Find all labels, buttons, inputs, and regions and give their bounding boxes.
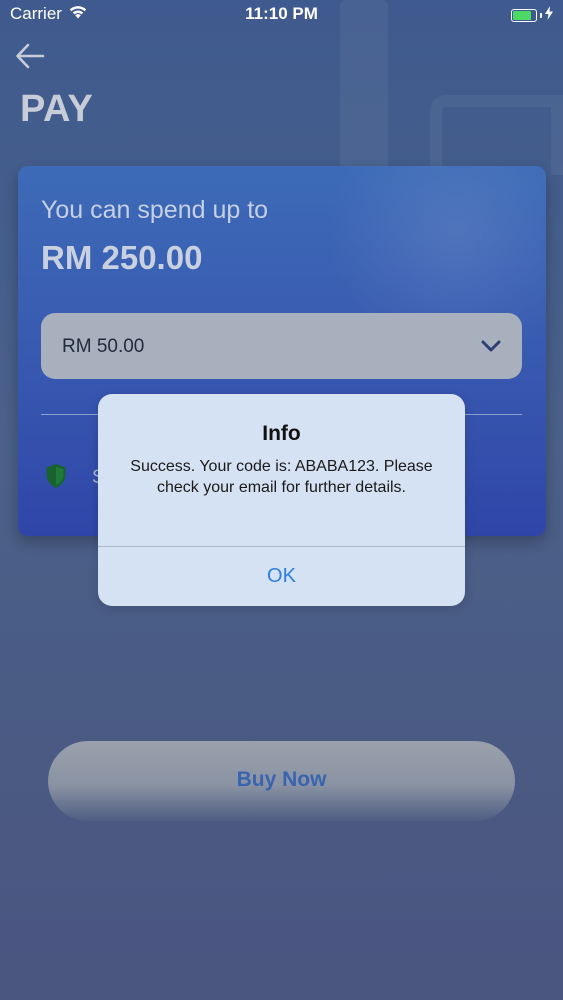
arrow-left-icon	[15, 43, 45, 74]
chevron-down-icon[interactable]	[480, 335, 502, 362]
battery-tip	[540, 12, 542, 18]
amount-dropdown[interactable]: RM 50.00	[41, 313, 522, 379]
charging-icon	[545, 5, 553, 25]
spend-limit-label: You can spend up to	[41, 196, 269, 224]
shield-icon	[45, 463, 67, 494]
alert-message: Success. Your code is: ABABA123. Please …	[130, 458, 433, 496]
alert-ok-button[interactable]: OK	[98, 547, 465, 606]
battery-indicator	[511, 5, 553, 25]
clock: 11:10 PM	[245, 4, 318, 23]
page-title: PAY	[20, 88, 94, 130]
info-alert-dialog: Info Success. Your code is: ABABA123. Pl…	[98, 394, 465, 606]
buy-now-button[interactable]: Buy Now	[48, 741, 515, 821]
battery-icon	[511, 8, 537, 22]
status-bar: Carrier 11:10 PM	[0, 0, 563, 30]
back-button[interactable]	[12, 40, 48, 76]
background-decoration	[430, 95, 563, 175]
alert-title: Info	[262, 422, 301, 445]
battery-fill	[513, 10, 531, 20]
spend-limit-amount: RM 250.00	[41, 239, 203, 276]
buy-now-label: Buy Now	[236, 767, 327, 791]
amount-dropdown-value: RM 50.00	[62, 336, 145, 357]
